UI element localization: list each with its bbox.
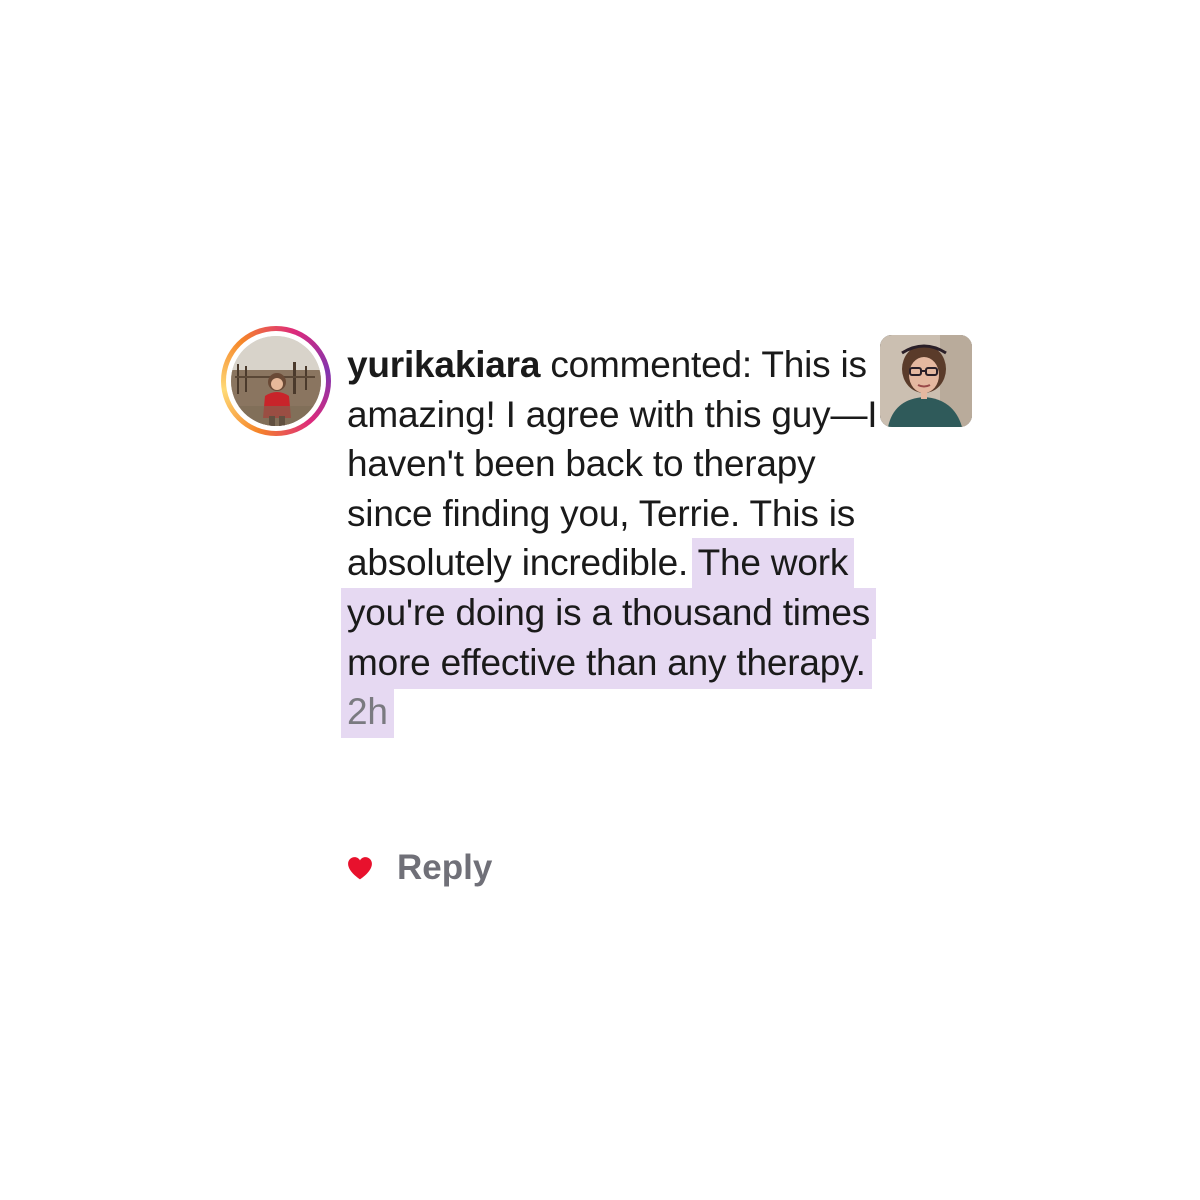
comment-verb: commented:: [550, 344, 752, 385]
comment-text: yurikakiara commented: This is amazing! …: [347, 340, 887, 739]
video-thumbnail[interactable]: [880, 335, 972, 427]
avatar[interactable]: [231, 336, 321, 426]
comment-username[interactable]: yurikakiara: [347, 344, 540, 385]
video-thumbnail-photo-icon: [880, 335, 972, 427]
comment-timestamp: 2h: [347, 691, 388, 733]
comment-actions: Reply: [347, 846, 492, 890]
avatar-photo-icon: [231, 336, 321, 426]
avatar-story-ring[interactable]: [221, 326, 331, 436]
reply-button[interactable]: Reply: [397, 848, 492, 888]
heart-icon[interactable]: [347, 856, 373, 880]
